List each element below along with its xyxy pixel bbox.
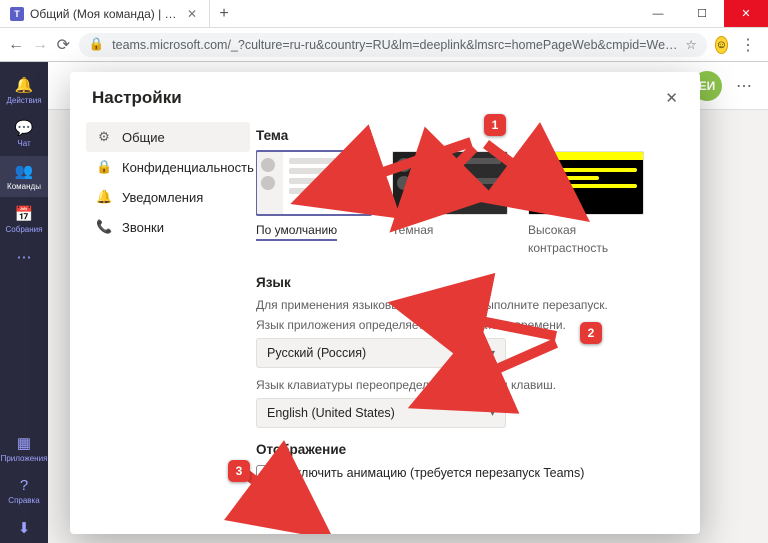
viewport: 🔔 Действия 💬 Чат 👥 Команды 📅 Собрания ⋯ … bbox=[0, 62, 768, 543]
minimize-button[interactable]: — bbox=[636, 0, 680, 27]
rail-meetings[interactable]: 📅 Собрания bbox=[0, 199, 48, 240]
chat-icon: 💬 bbox=[15, 119, 34, 137]
teams-favicon: T bbox=[10, 7, 24, 21]
phone-icon: 📞 bbox=[96, 219, 112, 235]
nav-privacy[interactable]: 🔒 Конфиденциальность bbox=[86, 152, 250, 182]
theme-default-thumb bbox=[256, 151, 372, 215]
url-text: teams.microsoft.com/_?culture=ru-ru&coun… bbox=[112, 38, 677, 52]
nav-notifications[interactable]: 🔔 Уведомления bbox=[86, 182, 250, 212]
gear-icon: ⚙ bbox=[96, 129, 112, 145]
disable-animation-checkbox[interactable] bbox=[256, 465, 272, 481]
tab-title: Общий (Моя команда) | Micros… bbox=[30, 7, 179, 21]
forward-button: → bbox=[32, 33, 48, 57]
keyboard-language-hint: Язык клавиатуры переопределяет сочетания… bbox=[256, 378, 678, 392]
more-icon: ⋯ bbox=[17, 248, 32, 266]
download-icon: ⬇ bbox=[18, 519, 31, 537]
window-controls: — ☐ ✕ bbox=[636, 0, 768, 27]
url-field[interactable]: 🔒 teams.microsoft.com/_?culture=ru-ru&co… bbox=[79, 33, 707, 57]
settings-title: Настройки bbox=[92, 88, 182, 108]
browser-tab[interactable]: T Общий (Моя команда) | Micros… ✕ bbox=[0, 0, 210, 27]
annotation-badge-2: 2 bbox=[580, 322, 602, 344]
theme-dark[interactable]: Темная bbox=[392, 151, 508, 257]
language-section-title: Язык bbox=[256, 275, 678, 290]
keyboard-language-select[interactable]: English (United States) ▾ bbox=[256, 398, 506, 428]
theme-high-contrast[interactable]: Высокая контрастность bbox=[528, 151, 644, 257]
rail-activity[interactable]: 🔔 Действия bbox=[0, 70, 48, 111]
nav-calls[interactable]: 📞 Звонки bbox=[86, 212, 250, 242]
theme-default[interactable]: По умолчанию bbox=[256, 151, 372, 257]
new-tab-button[interactable]: + bbox=[210, 0, 238, 27]
annotation-badge-3: 3 bbox=[228, 460, 250, 482]
lock-icon: 🔒 bbox=[96, 159, 112, 175]
theme-hc-thumb bbox=[528, 151, 644, 215]
settings-close-button[interactable]: ✕ bbox=[665, 89, 678, 107]
help-icon: ? bbox=[20, 477, 28, 494]
teams-left-rail: 🔔 Действия 💬 Чат 👥 Команды 📅 Собрания ⋯ … bbox=[0, 62, 48, 543]
rail-download[interactable]: ⬇ bbox=[0, 513, 48, 543]
calendar-icon: 📅 bbox=[15, 205, 34, 223]
browser-address-bar: ← → ⟳ 🔒 teams.microsoft.com/_?culture=ru… bbox=[0, 28, 768, 62]
annotation-badge-1: 1 bbox=[484, 114, 506, 136]
language-restart-hint: Для применения языковых параметров выпол… bbox=[256, 298, 678, 312]
theme-options: По умолчанию Темная bbox=[256, 151, 678, 257]
chevron-down-icon: ▾ bbox=[490, 408, 495, 419]
reload-button[interactable]: ⟳ bbox=[56, 33, 71, 57]
chevron-down-icon: ▾ bbox=[490, 348, 495, 359]
rail-help[interactable]: ? Справка bbox=[0, 471, 48, 511]
settings-modal: Настройки ✕ ⚙ Общие 🔒 Конфиденциальность… bbox=[70, 72, 700, 534]
bell-outline-icon: 🔔 bbox=[96, 189, 112, 205]
display-section-title: Отображение bbox=[256, 442, 678, 457]
rail-teams[interactable]: 👥 Команды bbox=[0, 156, 48, 197]
teams-icon: 👥 bbox=[15, 162, 34, 180]
bookmark-star-icon[interactable]: ☆ bbox=[686, 37, 697, 52]
rail-more[interactable]: ⋯ bbox=[0, 242, 48, 272]
bell-icon: 🔔 bbox=[15, 76, 34, 94]
top-more-icon[interactable]: ⋯ bbox=[736, 76, 754, 96]
rail-apps[interactable]: ▦ Приложения bbox=[0, 428, 48, 469]
nav-general[interactable]: ⚙ Общие bbox=[86, 122, 250, 152]
app-language-hint: Язык приложения определяет формат даты и… bbox=[256, 318, 678, 332]
app-language-select[interactable]: Русский (Россия) ▾ bbox=[256, 338, 506, 368]
apps-icon: ▦ bbox=[17, 434, 31, 452]
back-button[interactable]: ← bbox=[8, 33, 24, 57]
disable-animation-row[interactable]: Отключить анимацию (требуется перезапуск… bbox=[256, 465, 678, 481]
settings-content[interactable]: Тема По умолчанию Темн bbox=[256, 118, 700, 534]
rail-chat[interactable]: 💬 Чат bbox=[0, 113, 48, 154]
close-window-button[interactable]: ✕ bbox=[724, 0, 768, 27]
theme-section-title: Тема bbox=[256, 128, 678, 143]
browser-titlebar: T Общий (Моя команда) | Micros… ✕ + — ☐ … bbox=[0, 0, 768, 28]
theme-dark-thumb bbox=[392, 151, 508, 215]
extension-icon[interactable]: ☺ bbox=[715, 36, 728, 54]
browser-menu-button[interactable]: ⋮ bbox=[736, 35, 760, 55]
lock-icon: 🔒 bbox=[89, 37, 105, 52]
tab-close-icon[interactable]: ✕ bbox=[185, 7, 199, 21]
maximize-button[interactable]: ☐ bbox=[680, 0, 724, 27]
